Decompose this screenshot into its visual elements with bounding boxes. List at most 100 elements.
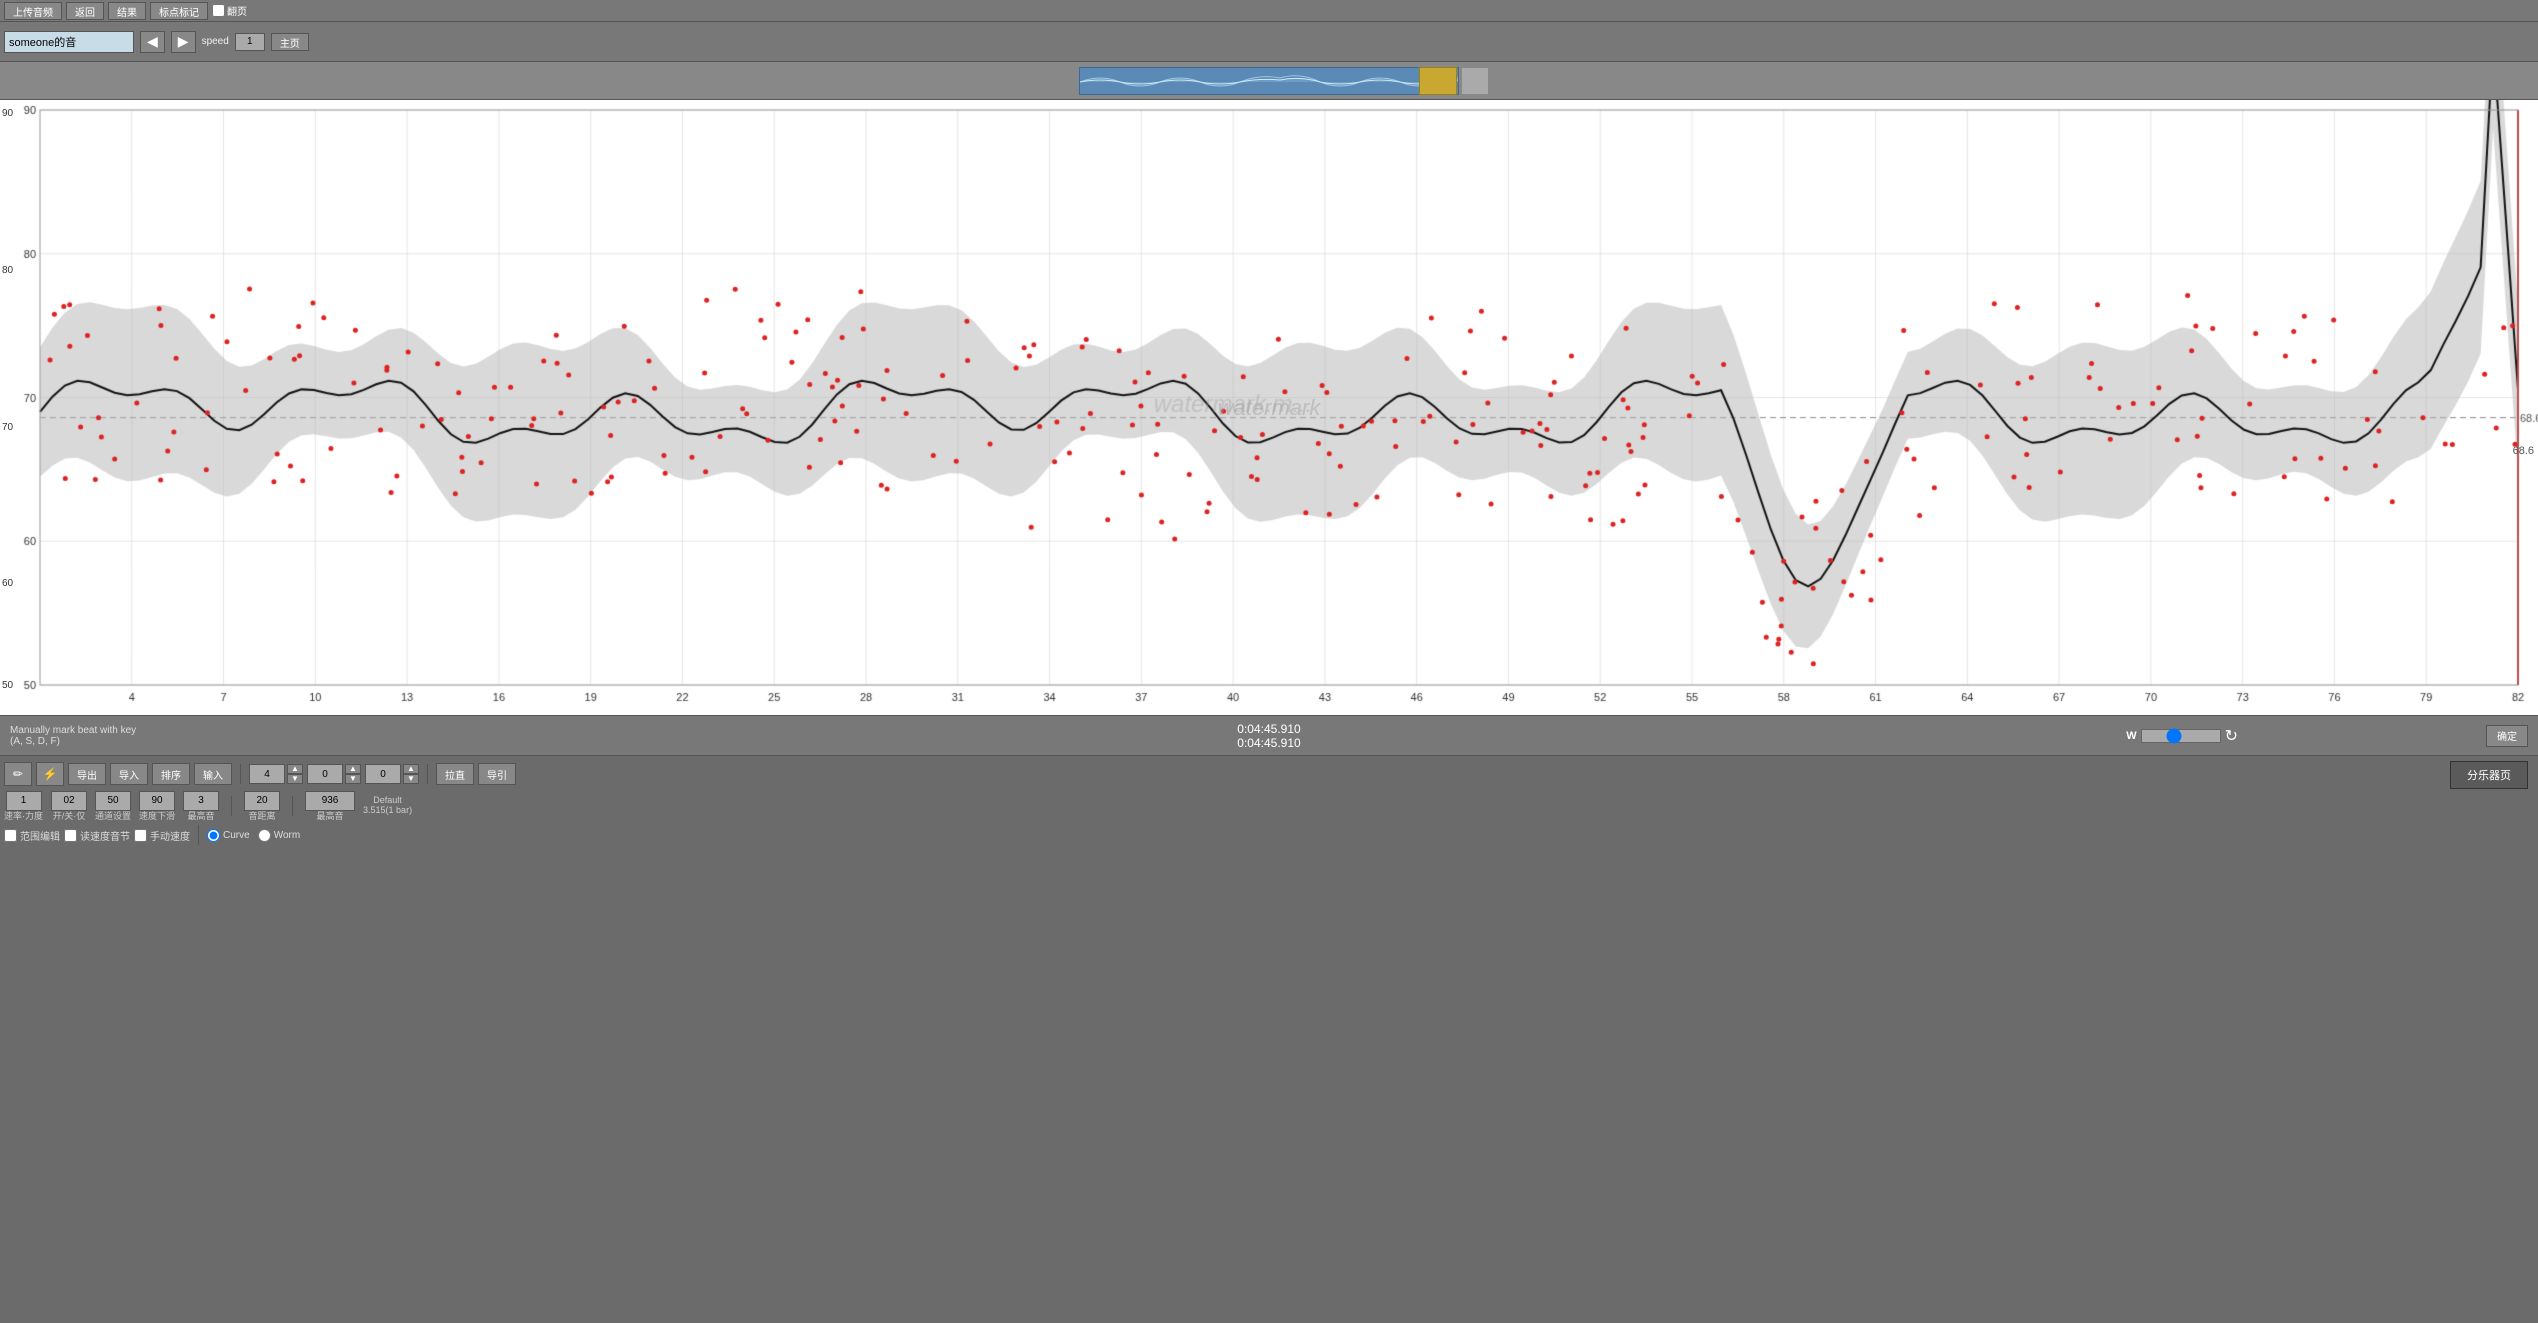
curve-worm-radio: Curve Worm <box>207 829 300 842</box>
sep1 <box>240 764 241 784</box>
status-hint: Manually mark beat with key (A, S, D, F) <box>10 725 136 747</box>
sort-btn[interactable]: 排序 <box>152 763 190 785</box>
bottom-row4: 范围编辑 读速度音节 手动速度 Curve Worm <box>4 824 2534 846</box>
time2: 0:04:45.910 <box>1237 736 1300 750</box>
bottom-row1: ✏ ⚡ 导出 导入 排序 输入 ▲ ▼ ▲ ▼ <box>4 760 2534 788</box>
time1: 0:04:45.910 <box>1237 722 1300 736</box>
chart-container: 90 80 70 60 50 68.6 watermark <box>0 100 2538 715</box>
y-label-70: 70 <box>2 422 13 433</box>
spinner-input1[interactable] <box>249 764 285 784</box>
spinner-arrows2: ▲ ▼ <box>345 764 361 784</box>
back-btn[interactable]: 返回 <box>66 2 104 20</box>
export-btn[interactable]: 导出 <box>68 763 106 785</box>
pencil-icon-btn[interactable]: ✏ <box>4 762 32 786</box>
spinner-down3[interactable]: ▼ <box>403 774 419 784</box>
worm-radio-label[interactable]: Worm <box>258 829 300 842</box>
main-chart-canvas[interactable] <box>0 100 2538 715</box>
open-input1[interactable] <box>51 791 87 811</box>
maxnote-input1[interactable] <box>183 791 219 811</box>
open-param-inputs <box>51 791 87 811</box>
spinner-arrows3: ▲ ▼ <box>403 764 419 784</box>
spinner-input2[interactable] <box>307 764 343 784</box>
tone-input[interactable] <box>95 791 131 811</box>
sep2 <box>427 764 428 784</box>
spinner-input3[interactable] <box>365 764 401 784</box>
playback-slider[interactable] <box>2141 729 2221 743</box>
speeddown-param: 速度下滑 <box>139 791 175 822</box>
manual-speed-input[interactable] <box>134 829 147 842</box>
read-speed-input[interactable] <box>64 829 77 842</box>
speeddown-input[interactable] <box>139 791 175 811</box>
manual-speed-checkbox[interactable]: 手动速度 <box>134 828 190 843</box>
maxnote-val-param: 最高音 <box>305 791 355 822</box>
guide-btn[interactable]: 导引 <box>478 763 516 785</box>
track-name-input[interactable] <box>4 31 134 53</box>
speed-val[interactable] <box>6 791 42 811</box>
bottom-toolbar-wrapper: ✏ ⚡ 导出 导入 排序 输入 ▲ ▼ ▲ ▼ <box>0 755 2538 885</box>
read-speed-label: 读速度音节 <box>80 828 130 843</box>
mark-btn[interactable]: 标点标记 <box>150 2 208 20</box>
spinner-down1[interactable]: ▼ <box>287 774 303 784</box>
waveform-end <box>1461 67 1489 95</box>
hint-line2: (A, S, D, F) <box>10 736 136 747</box>
prev-btn[interactable]: ◀ <box>140 31 165 53</box>
maxnote-val-input[interactable] <box>305 791 355 811</box>
default-label: Default3.515(1 bar) <box>363 796 412 816</box>
import-btn[interactable]: 导入 <box>110 763 148 785</box>
y-label-60: 60 <box>2 578 13 589</box>
playback-controls: W ↻ <box>2126 726 2238 746</box>
speed-input[interactable] <box>235 33 265 51</box>
range-edit-checkbox[interactable]: 范围编辑 <box>4 828 60 843</box>
spinner-up2[interactable]: ▲ <box>345 764 361 774</box>
spinner-down2[interactable]: ▼ <box>345 774 361 784</box>
maxnote-param: 最高音 <box>183 791 219 822</box>
y-label-50: 50 <box>2 680 13 691</box>
bolt-icon-btn[interactable]: ⚡ <box>36 762 64 786</box>
bottom-row2: 速率·力度 开/关·仅 通道设置 速度下滑 最高音 <box>4 792 2534 820</box>
segment-btn[interactable]: 分乐器页 <box>2450 761 2528 789</box>
page-checkbox: 翻页 <box>212 3 247 18</box>
speed-param-label: 速率·力度 <box>4 812 43 822</box>
range-edit-input[interactable] <box>4 829 17 842</box>
top-toolbar: 上传音频 返回 结果 标点标记 翻页 <box>0 0 2538 22</box>
bottom-toolbar: ✏ ⚡ 导出 导入 排序 输入 ▲ ▼ ▲ ▼ <box>0 755 2538 885</box>
curve-label: Curve <box>223 830 250 841</box>
page-checkbox-input[interactable] <box>212 4 225 17</box>
upload-audio-btn[interactable]: 上传音频 <box>4 2 62 20</box>
spinner-up1[interactable]: ▲ <box>287 764 303 774</box>
notedist-input[interactable] <box>244 791 280 811</box>
range-edit-label: 范围编辑 <box>20 828 60 843</box>
spinner-group3: ▲ ▼ <box>365 764 419 784</box>
confirm-btn[interactable]: 确定 <box>2486 725 2528 747</box>
waveform-thumb[interactable] <box>1419 67 1457 95</box>
worm-radio[interactable] <box>258 829 271 842</box>
waveform-area <box>0 62 2538 100</box>
read-speed-checkbox[interactable]: 读速度音节 <box>64 828 130 843</box>
tone-param: 通道设置 <box>95 791 131 822</box>
manual-speed-label: 手动速度 <box>150 828 190 843</box>
y-label-80: 80 <box>2 265 13 276</box>
home-btn[interactable]: 主页 <box>271 33 309 51</box>
sep3 <box>231 796 232 816</box>
smooth-btn[interactable]: 拉直 <box>436 763 474 785</box>
result-btn[interactable]: 结果 <box>108 2 146 20</box>
open-param-label: 开/关·仅 <box>53 812 86 822</box>
ref-value-label: 68.6 <box>2513 445 2534 457</box>
spinner-up3[interactable]: ▲ <box>403 764 419 774</box>
maxnote-val-label: 最高音 <box>317 812 344 822</box>
maxnote-param-label: 最高音 <box>188 812 215 822</box>
y-label-90: 90 <box>2 108 13 119</box>
loop-icon: ↻ <box>2225 726 2238 746</box>
curve-radio[interactable] <box>207 829 220 842</box>
page-checkbox-label: 翻页 <box>227 3 247 18</box>
spinner-arrows1: ▲ ▼ <box>287 764 303 784</box>
spinner-group2: ▲ ▼ <box>307 764 361 784</box>
tone-param-label: 通道设置 <box>95 812 131 822</box>
input-btn[interactable]: 输入 <box>194 763 232 785</box>
next-btn[interactable]: ▶ <box>171 31 196 53</box>
curve-radio-label[interactable]: Curve <box>207 829 250 842</box>
speeddown-param-label: 速度下滑 <box>139 812 175 822</box>
notedist-param: 音距离 <box>244 791 280 822</box>
sep4 <box>292 796 293 816</box>
hint-line1: Manually mark beat with key <box>10 725 136 736</box>
